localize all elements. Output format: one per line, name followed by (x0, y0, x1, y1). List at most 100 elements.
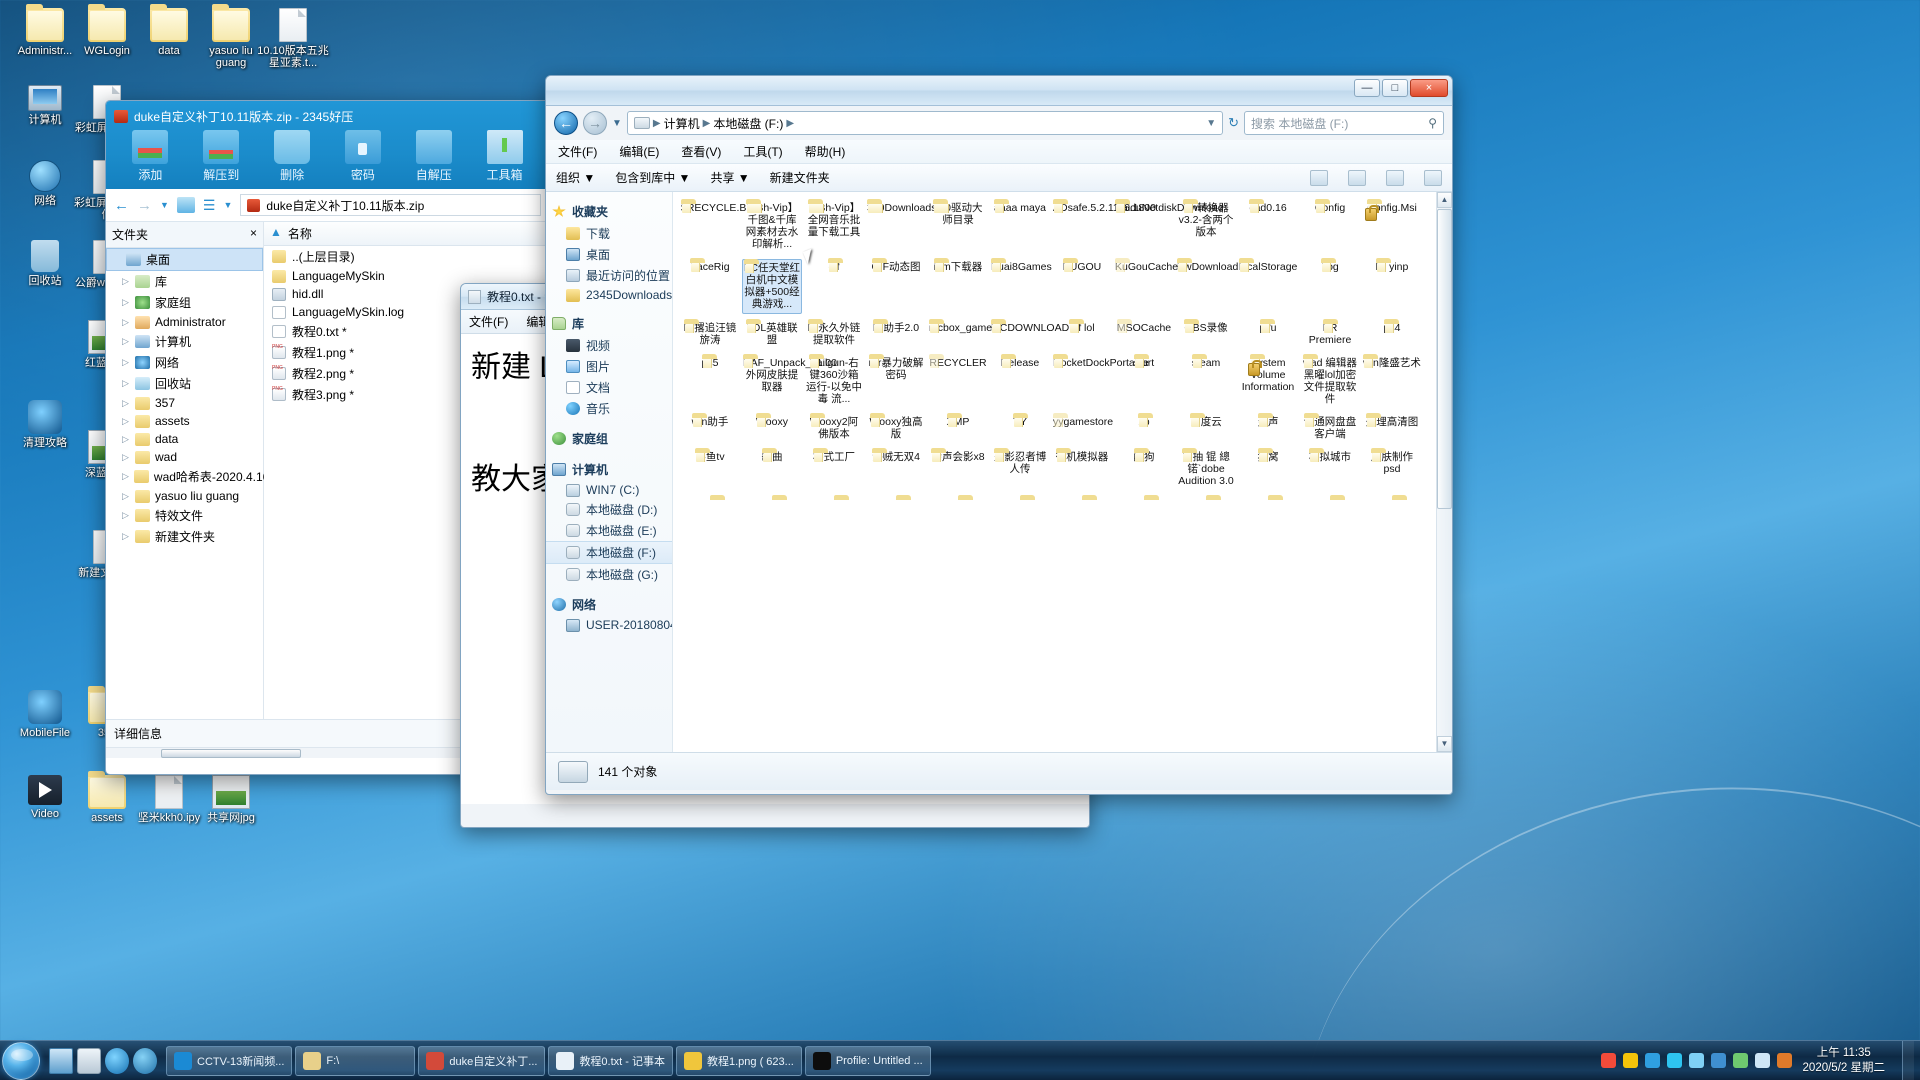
folder-item[interactable]: Config.Msi (1362, 199, 1422, 253)
folder-item[interactable]: RECYCLER (928, 354, 988, 408)
nav-item-16[interactable]: 本地磁盘 (G:) (546, 564, 672, 585)
tree-expander-icon[interactable]: ▷ (122, 398, 130, 409)
folder-item[interactable]: KuGouCache (1114, 258, 1178, 314)
archive-tree-item[interactable]: ▷ 357 (106, 394, 263, 412)
archive-toolbar[interactable]: 添加 解压到 删除 密码 自解压 工具箱 (114, 126, 541, 189)
archive-path-field[interactable]: duke自定义补丁10.11版本.zip (240, 194, 541, 216)
search-input[interactable]: 搜索 本地磁盘 (F:) ⚲ (1244, 111, 1444, 135)
folder-item[interactable]: 格式工厂 (804, 448, 864, 490)
explorer-command-button[interactable]: 共享 ▼ (710, 169, 749, 186)
folder-item[interactable]: aaaa maya (990, 199, 1050, 253)
folder-item[interactable]: zp (1114, 413, 1174, 443)
folder-item[interactable]: start (1114, 354, 1174, 408)
archive-tree-item[interactable]: ▷ Administrator (106, 313, 263, 331)
folder-item[interactable]: steam (1176, 354, 1236, 408)
folder-item[interactable]: 歌曲 (742, 448, 802, 490)
navigation-pane[interactable]: 收藏夹 下载 桌面 最近访问的位置 2345Downloads 库视频 图片 文档 音乐 家庭组计… (546, 192, 673, 752)
back-button[interactable]: ← (554, 111, 578, 135)
tree-expander-icon[interactable]: ▷ (122, 471, 129, 482)
folder-item[interactable]: mcbox_game (928, 319, 992, 349)
folder-item[interactable] (1238, 495, 1298, 501)
folder-item[interactable]: LOL英雄联盟 (742, 319, 802, 349)
archive-tree-item[interactable]: ▷ wad (106, 448, 263, 466)
folder-item[interactable]: rar暴力破解密码 (866, 354, 926, 408)
app-icon[interactable] (1710, 1053, 1726, 1068)
tray-icons[interactable] (1600, 1053, 1792, 1068)
folder-item[interactable]: 变声 (1238, 413, 1298, 443)
folder-item[interactable]: BaiduNetdiskDownload (1114, 199, 1224, 253)
breadcrumb-sep-2[interactable]: ▶ (786, 118, 794, 129)
tree-expander-icon[interactable]: ▷ (122, 357, 130, 368)
nav-item-6[interactable]: 视频 (546, 335, 672, 356)
folder-item[interactable]: wad 编辑器 黑曜lol加密文件提取软件 (1300, 354, 1360, 408)
nav-item-14[interactable]: 本地磁盘 (E:) (546, 520, 672, 541)
scroll-thumb[interactable] (1437, 209, 1452, 509)
archive-viewmode-icon[interactable]: ☰ (203, 197, 216, 214)
power-icon[interactable] (1622, 1053, 1638, 1068)
start-button[interactable] (2, 1041, 40, 1080)
folder-item[interactable]: GIF动态图 (866, 258, 926, 314)
taskbar-clock[interactable]: 上午 11:35 2020/5/2 星期二 (1799, 1046, 1895, 1076)
archive-folders-close-icon[interactable]: × (250, 226, 257, 243)
nav-item-0[interactable]: 收藏夹 (546, 200, 672, 223)
tree-expander-icon[interactable]: ▷ (122, 491, 130, 502)
folder-item[interactable]: ADsafe.5.2.1116.1800 (1052, 199, 1156, 253)
folder-item[interactable]: Config (1300, 199, 1360, 253)
breadcrumb-item-1[interactable]: 本地磁盘 (F:) (713, 115, 783, 132)
folder-item[interactable]: pifu (1238, 319, 1298, 349)
scroll-down-button[interactable]: ▼ (1437, 736, 1452, 752)
archive-hscroll-thumb[interactable] (161, 749, 301, 758)
tree-expander-icon[interactable]: ▷ (122, 531, 130, 542)
archive-tool-toolbox[interactable]: 工具箱 (470, 130, 539, 183)
recent-pages-dropdown-icon[interactable]: ▼ (612, 118, 622, 129)
folder-item[interactable] (866, 495, 926, 501)
quicklaunch-app1-icon[interactable] (105, 1047, 129, 1074)
archive-tool-delete[interactable]: 删除 (258, 130, 327, 183)
breadcrumb-item-0[interactable]: 计算机 (664, 115, 700, 132)
folder-item[interactable]: lol助手2.0 (866, 319, 926, 349)
nav-item-3[interactable]: 最近访问的位置 (546, 265, 672, 286)
folder-item[interactable]: ps5 (680, 354, 740, 408)
folder-item[interactable]: XMP (928, 413, 988, 443)
archive-tree-item[interactable]: ▷ 新建文件夹 (106, 526, 263, 547)
preview-pane-icon[interactable] (1386, 169, 1404, 186)
folder-item[interactable]: 处理高清图 (1362, 413, 1422, 443)
notepad-menu-item[interactable]: 文件(F) (469, 313, 508, 330)
folder-item[interactable]: 闇抽 锟 總锘`dobe Audition 3.0 (1176, 448, 1236, 490)
nav-item-17[interactable]: 网络 (546, 593, 672, 616)
taskbar-button[interactable]: Profile: Untitled ... (804, 1045, 931, 1076)
folder-item[interactable]: Log (1300, 258, 1360, 314)
explorer-titlebar[interactable]: — □ × (546, 76, 1452, 106)
desktop-icon-20[interactable]: 共享网jpg (194, 775, 268, 824)
volume-icon[interactable] (1754, 1053, 1770, 1068)
folder-item[interactable] (804, 495, 864, 501)
archive-tree-item[interactable]: ▷ yasuo liu guang (106, 487, 263, 505)
folder-item[interactable]: lol永久外链提取软件 (804, 319, 864, 349)
maximize-button[interactable]: □ (1382, 79, 1408, 97)
taskbar[interactable]: CCTV-13新闻频... F:\ duke自定义补丁... 教程0.txt - 记事… (0, 1040, 1920, 1080)
explorer-command-button[interactable]: 组织 ▼ (556, 169, 595, 186)
tree-expander-icon[interactable]: ▷ (122, 317, 130, 328)
folder-item[interactable] (990, 495, 1050, 501)
quicklaunch-app2-icon[interactable] (133, 1047, 157, 1074)
folder-item[interactable]: $RECYCLE.BIN (680, 199, 757, 253)
folder-item[interactable]: FaceRig (680, 258, 740, 314)
minimize-button[interactable]: — (1354, 79, 1380, 97)
archive-tree-item[interactable]: ▷ 回收站 (106, 373, 263, 394)
tree-expander-icon[interactable]: ▷ (122, 434, 130, 445)
nav-item-15[interactable]: 本地磁盘 (F:) (546, 541, 672, 564)
close-button[interactable]: × (1410, 79, 1448, 97)
archive-folders-pane[interactable]: 文件夹 × 桌面 ▷ 库 ▷ 家庭组 ▷ Administrator ▷ 计算机 ▷ 网络 ▷ 回收站 ▷… (106, 222, 269, 719)
archive-tree-item[interactable]: ▷ 网络 (106, 352, 263, 373)
forward-button[interactable]: → (583, 111, 607, 135)
folder-item[interactable]: win隆盛艺术 (1362, 354, 1422, 408)
tree-expander-icon[interactable]: ▷ (122, 336, 130, 347)
breadcrumb-dropdown-icon[interactable]: ▼ (1206, 118, 1216, 129)
taskbar-button[interactable]: F:\ (295, 1045, 416, 1076)
nav-item-18[interactable]: USER-20180804MI (546, 616, 672, 634)
explorer-window-buttons[interactable]: — □ × (1354, 79, 1448, 97)
folder-item[interactable]: Kuai8Games (990, 258, 1052, 314)
folder-item[interactable] (1362, 495, 1422, 501)
folder-item[interactable]: 酷狗 (1114, 448, 1174, 490)
action-icon[interactable] (1776, 1053, 1792, 1068)
